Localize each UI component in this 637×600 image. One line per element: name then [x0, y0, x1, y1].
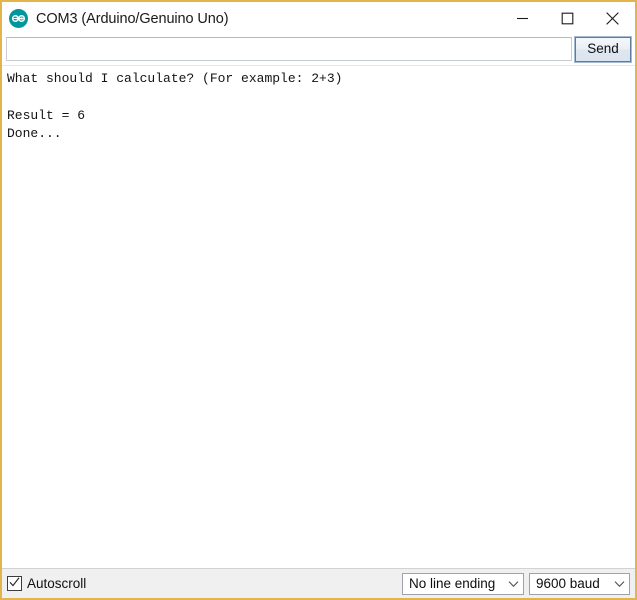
line-ending-dropdown[interactable]: No line ending — [402, 572, 524, 595]
window-title: COM3 (Arduino/Genuino Uno) — [36, 10, 229, 27]
serial-send-input[interactable] — [6, 37, 572, 61]
serial-output-text: What should I calculate? (For example: 2… — [7, 71, 343, 141]
title-bar: COM3 (Arduino/Genuino Uno) — [2, 2, 635, 35]
console-area[interactable]: What should I calculate? (For example: 2… — [2, 65, 635, 568]
autoscroll-toggle[interactable]: Autoscroll — [7, 576, 397, 591]
maximize-icon — [561, 12, 574, 25]
minimize-button[interactable] — [500, 2, 545, 35]
send-button[interactable]: Send — [574, 35, 632, 63]
minimize-icon — [516, 12, 529, 25]
line-ending-value: No line ending — [409, 576, 496, 591]
maximize-button[interactable] — [545, 2, 590, 35]
close-button[interactable] — [590, 2, 635, 35]
title-bar-left: COM3 (Arduino/Genuino Uno) — [2, 9, 500, 28]
baud-rate-dropdown[interactable]: 9600 baud — [529, 572, 630, 595]
autoscroll-checkbox[interactable] — [7, 576, 22, 591]
close-icon — [605, 11, 620, 26]
send-row: Send — [2, 35, 635, 65]
arduino-infinity-icon — [9, 9, 28, 28]
chevron-down-icon — [609, 580, 629, 588]
serial-monitor-window: COM3 (Arduino/Genuino Uno) Send What sho… — [0, 0, 637, 600]
check-icon — [9, 575, 20, 593]
autoscroll-label: Autoscroll — [27, 576, 87, 591]
window-controls — [500, 2, 635, 35]
baud-rate-value: 9600 baud — [536, 576, 600, 591]
status-bar: Autoscroll No line ending 9600 baud — [2, 568, 635, 598]
chevron-down-icon — [503, 580, 523, 588]
